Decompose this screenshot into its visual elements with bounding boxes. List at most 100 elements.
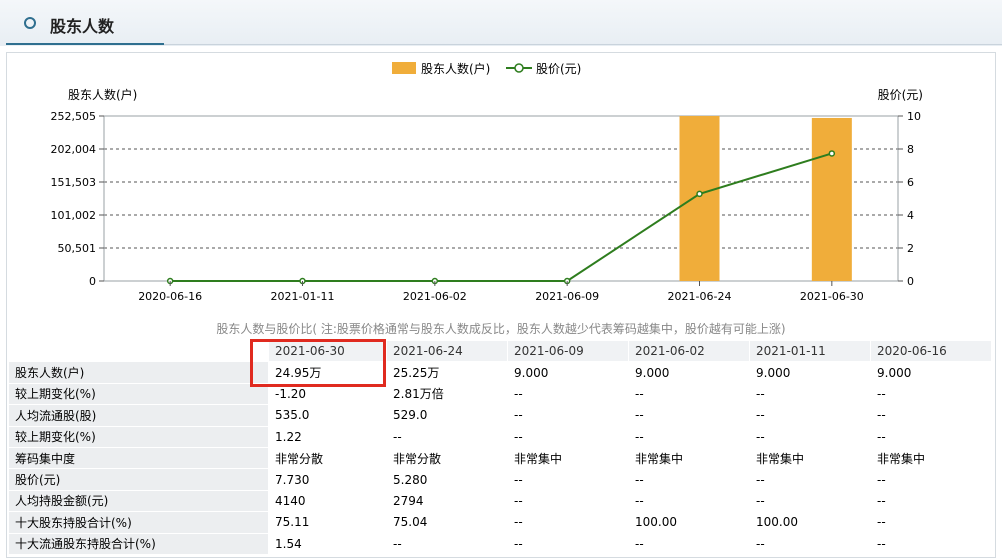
table-cell: 非常分散	[268, 446, 387, 470]
table-cell: 529.0	[386, 404, 508, 427]
x-tick-label: 2021-06-24	[668, 290, 732, 303]
table-cell: --	[628, 425, 750, 448]
y-left-axis-label: 股东人数(户)	[68, 87, 137, 102]
table-cell: --	[507, 511, 629, 534]
x-tick-label: 2020-06-16	[138, 290, 202, 303]
table-cell: 535.0	[268, 404, 387, 427]
legend-line-marker	[514, 63, 524, 73]
table-cell: --	[628, 532, 750, 555]
table-cell: --	[386, 425, 508, 448]
table-cell: --	[749, 489, 871, 513]
line-point	[828, 150, 836, 157]
table-cell: --	[749, 404, 871, 427]
table-cell: --	[507, 425, 629, 448]
table-cell: 75.04	[386, 511, 508, 534]
table-row: 股东人数(户) 24.95万 25.25万 9.000 9.000 9.000 9.000	[8, 361, 992, 384]
table-row: 人均持股金额(元) 4140 2794 -- -- -- --	[8, 489, 992, 513]
table-cell: --	[870, 511, 992, 534]
table-cell: --	[749, 532, 871, 555]
x-tick-label: 2021-06-02	[403, 290, 467, 303]
y-left-tick-label: 0	[89, 275, 96, 288]
table-cell: 非常集中	[628, 446, 750, 470]
table-cell: 2.81万倍	[386, 382, 508, 406]
y-left-tick-label: 202,004	[51, 143, 97, 156]
table-cell: 非常分散	[386, 446, 508, 470]
bar	[811, 117, 852, 281]
table-cell: 75.11	[268, 511, 387, 534]
table-cell: --	[870, 425, 992, 448]
y-right-tick-label: 10	[907, 110, 921, 123]
row-label: 人均持股金额(元)	[8, 489, 269, 513]
legend-line-label: 股价(元)	[536, 62, 581, 76]
row-label: 股价(元)	[8, 468, 269, 491]
column-header: 2021-06-02	[628, 339, 750, 363]
y-right-tick-label: 2	[907, 242, 914, 255]
chart-grid	[103, 115, 899, 282]
table-row: 十大股东持股合计(%) 75.11 75.04 -- 100.00 100.00 --	[8, 511, 992, 534]
table-cell: --	[386, 532, 508, 555]
y-right-tick-label: 4	[907, 209, 914, 222]
chart-note: 股东人数与股价比( 注:股票价格通常与股东人数成反比，股东人数越少代表筹码越集中…	[216, 322, 786, 336]
table-cell: --	[749, 382, 871, 406]
bar	[679, 116, 720, 281]
chart-legend: 股东人数(户) 股价(元)	[392, 61, 581, 76]
table-cell: 100.00	[749, 511, 871, 534]
table-cell: 非常集中	[870, 446, 992, 470]
table-row: 十大流通股东持股合计(%) 1.54 -- -- -- -- --	[8, 532, 992, 555]
table-cell: --	[507, 468, 629, 491]
table-cell: --	[628, 489, 750, 513]
table-cell: 1.54	[268, 532, 387, 555]
plot-frame	[103, 115, 899, 282]
table-cell: --	[870, 468, 992, 491]
table-cell: 1.22	[268, 425, 387, 448]
legend-bar-label: 股东人数(户)	[421, 61, 490, 76]
table-header-row: 2021-06-30 2021-06-24 2021-06-09 2021-06-02…	[8, 339, 992, 363]
x-tick-label: 2021-01-11	[271, 290, 335, 303]
table-cell: 2794	[386, 489, 508, 513]
table-cell: 25.25万	[386, 361, 508, 384]
table-cell: 9.000	[507, 361, 629, 384]
table-row: 人均流通股(股) 535.0 529.0 -- -- -- --	[8, 404, 992, 427]
y-right-axis-label: 股价(元)	[878, 88, 923, 102]
column-header: 2021-01-11	[749, 339, 871, 363]
row-label: 十大流通股东持股合计(%)	[8, 532, 269, 555]
table-cell: --	[507, 489, 629, 513]
table-cell: 9.000	[870, 361, 992, 384]
row-label: 股东人数(户)	[8, 361, 269, 384]
table-cell: --	[628, 404, 750, 427]
table-cell: 4140	[268, 489, 387, 513]
table-cell: 100.00	[628, 511, 750, 534]
table-cell: --	[507, 532, 629, 555]
column-header: 2021-06-24	[386, 339, 508, 363]
x-tick-label: 2021-06-09	[535, 290, 599, 303]
row-label: 较上期变化(%)	[8, 382, 269, 406]
table-cell: --	[628, 382, 750, 406]
table-cell: --	[870, 489, 992, 513]
bar-series	[150, 116, 852, 281]
table-cell: 7.730	[268, 468, 387, 491]
column-header: 2020-06-16	[870, 339, 992, 363]
table-cell: 5.280	[386, 468, 508, 491]
row-label: 筹码集中度	[8, 446, 269, 470]
line-series	[166, 150, 836, 285]
table-row: 股价(元) 7.730 5.280 -- -- -- --	[8, 468, 992, 491]
highlight-box	[250, 339, 386, 387]
chart-axes: 0 50,501 101,002 151,503 202,004 252,505 0 2 4 6 8…	[51, 110, 922, 303]
shareholder-chart: 股东人数(户) 股价(元) 股东人数(户) 股价(元) 0 50,501 101,00…	[51, 61, 924, 303]
y-right-tick-label: 6	[907, 176, 914, 189]
column-header: 2021-06-09	[507, 339, 629, 363]
row-label: 十大股东持股合计(%)	[8, 511, 269, 534]
table-cell: 非常集中	[749, 446, 871, 470]
row-label: 较上期变化(%)	[8, 425, 269, 448]
table-cell: 9.000	[749, 361, 871, 384]
table-corner-cell	[8, 339, 269, 363]
table-cell: --	[870, 382, 992, 406]
table-cell: --	[870, 532, 992, 555]
table-cell: --	[628, 468, 750, 491]
price-line	[170, 152, 833, 282]
row-label: 人均流通股(股)	[8, 404, 269, 427]
table-row: 筹码集中度 非常分散 非常分散 非常集中 非常集中 非常集中 非常集中	[8, 446, 992, 470]
x-tick-label: 2021-06-30	[800, 290, 864, 303]
table-cell: --	[507, 404, 629, 427]
table-cell: --	[749, 468, 871, 491]
